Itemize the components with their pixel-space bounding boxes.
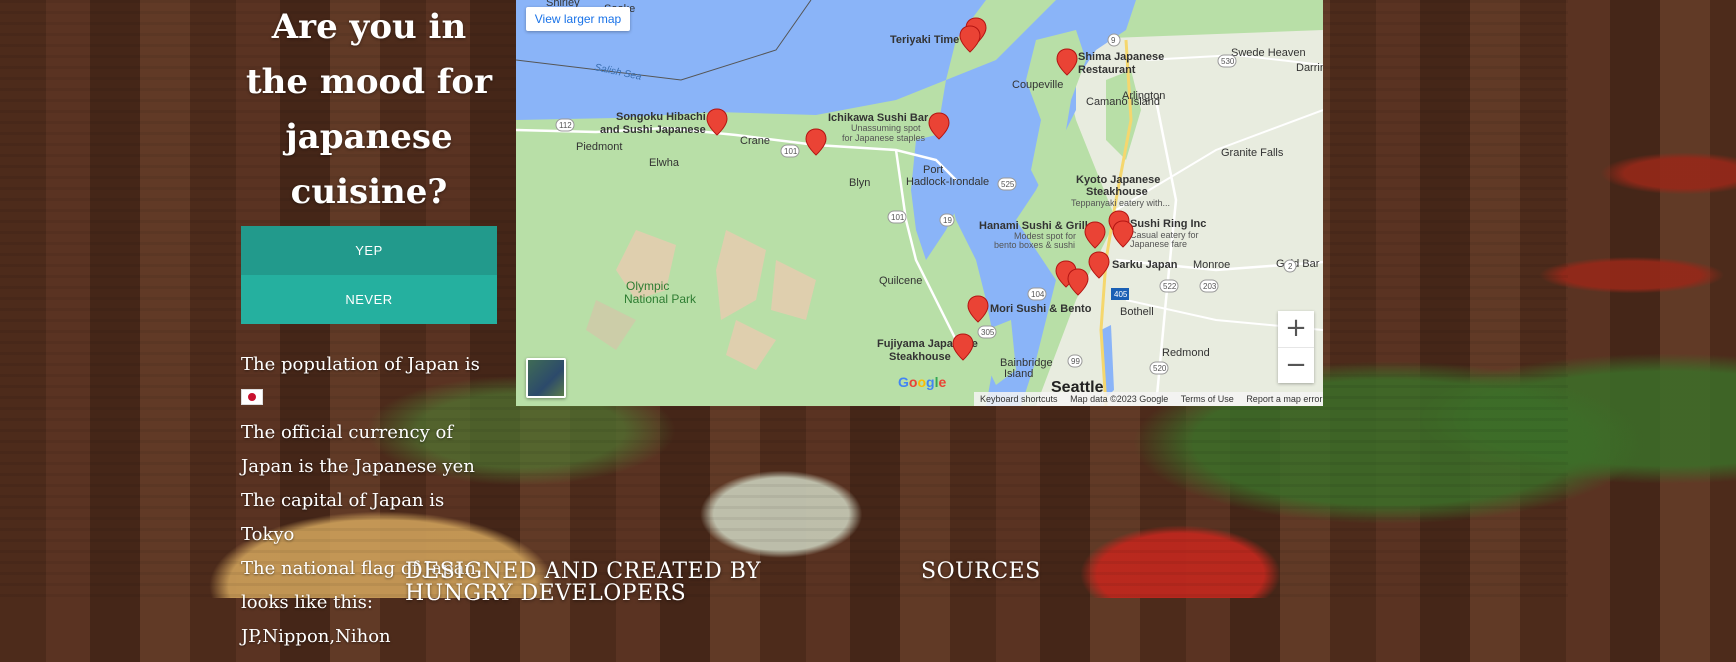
japan-facts: The population of Japan is The official … [241, 348, 497, 654]
svg-text:Unassuming spot: Unassuming spot [851, 123, 921, 133]
svg-text:Piedmont: Piedmont [576, 141, 622, 153]
map-data-text: Map data ©2023 Google [1070, 394, 1169, 404]
svg-text:530: 530 [1221, 57, 1235, 66]
svg-text:19: 19 [943, 216, 952, 225]
footer-credit: DESIGNED AND CREATED BY HUNGRY DEVELOPER… [405, 561, 761, 605]
svg-text:bento boxes & sushi: bento boxes & sushi [994, 240, 1075, 250]
svg-text:Steakhouse: Steakhouse [1086, 186, 1148, 198]
zoom-controls: + − [1278, 311, 1314, 383]
svg-text:525: 525 [1001, 180, 1015, 189]
svg-text:Granite Falls: Granite Falls [1221, 147, 1284, 159]
fact-currency: The official currency of Japan is the Ja… [241, 422, 475, 477]
svg-text:Teriyaki Time: Teriyaki Time [890, 34, 959, 46]
svg-text:National Park: National Park [624, 292, 697, 306]
svg-text:104: 104 [1031, 290, 1045, 299]
view-larger-map-button[interactable]: View larger map [526, 7, 630, 31]
svg-text:99: 99 [1071, 357, 1080, 366]
svg-text:101: 101 [784, 147, 798, 156]
svg-text:Bothell: Bothell [1120, 306, 1154, 318]
svg-text:Darrin: Darrin [1296, 62, 1323, 74]
svg-text:Swede Heaven: Swede Heaven [1231, 47, 1306, 59]
svg-text:Sushi Ring Inc: Sushi Ring Inc [1130, 218, 1206, 230]
svg-text:Teppanyaki eatery with...: Teppanyaki eatery with... [1071, 198, 1170, 208]
svg-text:Songoku Hibachi: Songoku Hibachi [616, 111, 706, 123]
japan-flag-icon [241, 389, 263, 405]
svg-text:Restaurant: Restaurant [1078, 64, 1136, 76]
svg-text:Elwha: Elwha [649, 157, 680, 169]
svg-text:Coupeville: Coupeville [1012, 79, 1063, 91]
svg-text:Sarku Japan: Sarku Japan [1112, 259, 1178, 271]
page-title: Are you in the mood for japanese cuisine… [245, 7, 493, 212]
map-attribution: Keyboard shortcuts Map data ©2023 Google… [974, 392, 1323, 406]
svg-text:Crane: Crane [740, 135, 770, 147]
svg-text:Shima Japanese: Shima Japanese [1078, 51, 1164, 63]
svg-text:for Japanese staples: for Japanese staples [842, 133, 926, 143]
never-button[interactable]: NEVER [241, 275, 497, 324]
svg-text:Japanese fare: Japanese fare [1130, 239, 1187, 249]
fact-capital: The capital of Japan is Tokyo [241, 490, 445, 545]
svg-text:Hadlock-Irondale: Hadlock-Irondale [906, 176, 989, 188]
svg-text:Gold Bar: Gold Bar [1276, 258, 1320, 270]
svg-text:405: 405 [1114, 290, 1128, 299]
svg-text:203: 203 [1203, 282, 1217, 291]
google-logo: Google [898, 374, 947, 390]
svg-text:9: 9 [1111, 36, 1116, 45]
svg-text:Monroe: Monroe [1193, 259, 1230, 271]
svg-text:Kyoto Japanese: Kyoto Japanese [1076, 174, 1160, 186]
svg-text:101: 101 [891, 213, 905, 222]
svg-text:Island: Island [1004, 368, 1033, 380]
left-column: Are you in the mood for japanese cuisine… [241, 0, 497, 654]
svg-text:Blyn: Blyn [849, 177, 870, 189]
svg-text:Quilcene: Quilcene [879, 275, 922, 287]
fact-population: The population of Japan is [241, 348, 497, 416]
map-canvas[interactable]: Olympic National Park Salish Sea Coupevi… [516, 0, 1323, 406]
svg-text:Steakhouse: Steakhouse [889, 351, 951, 363]
zoom-out-button[interactable]: − [1278, 347, 1314, 384]
svg-text:522: 522 [1163, 282, 1177, 291]
map-layer-toggle-button[interactable] [526, 358, 566, 398]
terms-of-use-link[interactable]: Terms of Use [1181, 394, 1234, 404]
footer-sources[interactable]: SOURCES [921, 561, 1041, 583]
svg-text:Redmond: Redmond [1162, 347, 1210, 359]
yep-button[interactable]: YEP [241, 226, 497, 275]
svg-text:520: 520 [1153, 364, 1167, 373]
report-map-error-link[interactable]: Report a map error [1246, 394, 1322, 404]
svg-text:Mori Sushi & Bento: Mori Sushi & Bento [990, 303, 1092, 315]
svg-text:2: 2 [1288, 262, 1293, 271]
zoom-in-button[interactable]: + [1278, 311, 1314, 347]
svg-text:305: 305 [981, 328, 995, 337]
keyboard-shortcuts-link[interactable]: Keyboard shortcuts [980, 394, 1058, 404]
credit-line-1: DESIGNED AND CREATED BY [405, 559, 762, 584]
svg-text:112: 112 [559, 121, 572, 130]
svg-text:Port: Port [923, 164, 943, 176]
svg-text:Arlington: Arlington [1122, 90, 1165, 102]
restaurant-map[interactable]: Olympic National Park Salish Sea Coupevi… [516, 0, 1323, 406]
park-label: Olympic [626, 279, 669, 293]
svg-text:and Sushi Japanese: and Sushi Japanese [600, 124, 706, 136]
credit-line-2: HUNGRY DEVELOPERS [405, 581, 687, 606]
